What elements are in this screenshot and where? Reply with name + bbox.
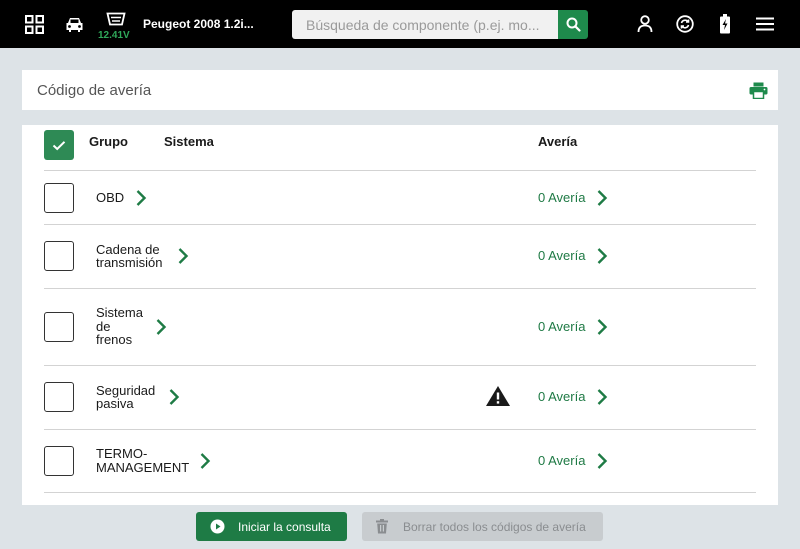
print-button[interactable] — [748, 80, 768, 100]
row-group-label-line: TERMO- — [96, 446, 148, 461]
sync-icon[interactable] — [676, 15, 694, 33]
row-checkbox[interactable] — [44, 311, 74, 342]
row-group-label-line: Seguridad — [96, 382, 156, 398]
chevron-right-icon[interactable] — [199, 452, 211, 470]
search-icon — [566, 17, 581, 32]
table-row: Seguridad pasiva 0 Avería — [22, 365, 778, 429]
row-group-label[interactable]: Seguridad pasiva — [96, 382, 156, 411]
trash-icon — [376, 519, 388, 534]
row-group-label-line: de — [96, 318, 111, 334]
divider — [44, 492, 756, 493]
chevron-right-icon[interactable] — [168, 388, 180, 406]
grid-icon[interactable] — [25, 15, 44, 34]
column-header-system: Sistema — [164, 134, 214, 149]
top-bar: 12.41V Peugeot 2008 1.2i... — [0, 0, 800, 48]
chevron-right-icon[interactable] — [155, 318, 167, 336]
row-group-label-line: pasiva — [96, 396, 134, 411]
column-header-group: Grupo — [89, 134, 128, 149]
chevron-right-icon[interactable] — [596, 318, 608, 336]
row-fault-count[interactable]: 0 Avería — [538, 248, 585, 263]
chevron-right-icon[interactable] — [135, 189, 147, 207]
fault-group-table: Grupo Sistema Avería OBD 0 Avería Cadena d… — [22, 125, 778, 505]
obd-connector-icon[interactable] — [106, 12, 126, 26]
row-group-label[interactable]: Cadena de transmisión — [96, 241, 163, 270]
row-group-label-line: Cadena de — [96, 241, 160, 257]
menu-icon[interactable] — [756, 17, 774, 31]
printer-icon — [749, 82, 767, 99]
row-checkbox[interactable] — [44, 182, 74, 213]
search-button[interactable] — [558, 10, 588, 39]
warning-icon — [485, 385, 511, 407]
fault-code-header: Código de avería — [22, 70, 778, 110]
table-row: TERMO- MANAGEMENT 0 Avería — [22, 429, 778, 492]
row-group-label-line: MANAGEMENT — [96, 459, 190, 475]
table-header: Grupo Sistema Avería — [22, 125, 778, 171]
table-row: Sistema de frenos 0 Avería — [22, 288, 778, 365]
play-circle-icon — [210, 519, 225, 534]
chevron-right-icon[interactable] — [177, 247, 189, 265]
table-row: OBD 0 Avería — [22, 171, 778, 224]
row-fault-count[interactable]: 0 Avería — [538, 453, 585, 468]
table-row: Cadena de transmisión 0 Avería — [22, 224, 778, 288]
chevron-right-icon[interactable] — [596, 452, 608, 470]
select-all-checkbox[interactable] — [44, 130, 74, 160]
battery-charge-icon[interactable] — [719, 14, 731, 34]
component-search-input[interactable] — [292, 10, 558, 39]
user-icon[interactable] — [637, 15, 653, 33]
checkmark-icon — [52, 140, 66, 150]
row-group-label-line: transmisión — [96, 255, 163, 270]
chevron-right-icon[interactable] — [596, 189, 608, 207]
car-icon[interactable] — [65, 16, 84, 33]
battery-voltage: 12.41V — [98, 30, 130, 41]
row-checkbox[interactable] — [44, 382, 74, 412]
row-group-label[interactable]: OBD — [96, 191, 124, 205]
start-query-button[interactable]: Iniciar la consulta — [196, 512, 347, 541]
search-box — [292, 10, 588, 39]
start-query-label: Iniciar la consulta — [238, 520, 331, 534]
row-group-label[interactable]: TERMO- MANAGEMENT — [96, 447, 189, 474]
clear-all-codes-label: Borrar todos los códigos de avería — [403, 520, 586, 534]
row-group-label[interactable]: Sistema de frenos — [96, 306, 143, 347]
page-title: Código de avería — [37, 82, 152, 99]
clear-all-codes-button[interactable]: Borrar todos los códigos de avería — [362, 512, 603, 541]
vehicle-name[interactable]: Peugeot 2008 1.2i... — [143, 17, 254, 31]
row-group-label-line: OBD — [96, 189, 125, 205]
column-header-fault: Avería — [538, 134, 578, 149]
chevron-right-icon[interactable] — [596, 388, 608, 406]
row-fault-count[interactable]: 0 Avería — [538, 319, 585, 334]
row-group-label-line: Sistema — [96, 305, 143, 321]
row-checkbox[interactable] — [44, 445, 74, 476]
row-fault-count[interactable]: 0 Avería — [538, 190, 585, 205]
row-fault-count[interactable]: 0 Avería — [538, 389, 585, 404]
chevron-right-icon[interactable] — [596, 247, 608, 265]
row-group-label-line: frenos — [96, 332, 133, 348]
row-checkbox[interactable] — [44, 241, 74, 271]
